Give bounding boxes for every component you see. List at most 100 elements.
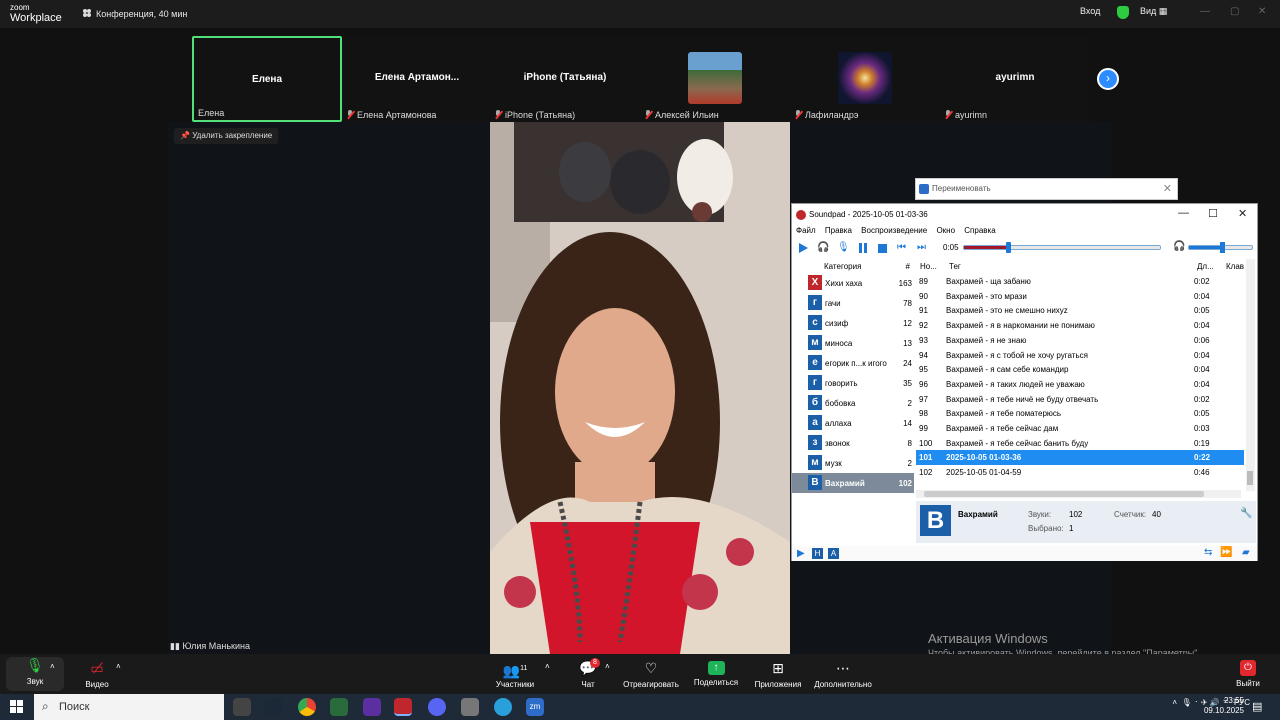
category-item[interactable]: з звонок 8 xyxy=(792,433,914,453)
sound-row[interactable]: 95 Вахрамей - я сам себе командир 0:04 xyxy=(916,362,1244,377)
enter-button[interactable]: Вход xyxy=(1080,6,1100,16)
minimize-icon[interactable]: — xyxy=(1200,6,1210,17)
sound-row[interactable]: 101 2025-10-05 01-03-36 0:22 xyxy=(916,450,1244,466)
taskbar-clock[interactable]: 23:55 09.10.2025 xyxy=(1200,696,1244,716)
category-item[interactable]: б бобовка 2 xyxy=(792,393,914,413)
pause-icon[interactable] xyxy=(858,243,868,253)
discord-app-icon[interactable] xyxy=(428,698,446,716)
participant-tile[interactable]: iPhone (Татьяна) iPhone (Татьяна) xyxy=(490,36,640,122)
sound-row[interactable]: 102 2025-10-05 01-04-59 0:46 xyxy=(916,465,1244,480)
close-icon[interactable]: ✕ xyxy=(1238,207,1247,220)
menu-edit[interactable]: Правка xyxy=(825,226,852,235)
volume-slider[interactable] xyxy=(1188,242,1253,253)
repeat-icon[interactable]: ⇆ xyxy=(1204,548,1212,558)
auto-toggle-icon[interactable]: A xyxy=(828,548,839,559)
sound-row[interactable]: 98 Вахрамей - я тебе поматерюсь 0:05 xyxy=(916,406,1244,421)
sound-row[interactable]: 94 Вахрамей - я с тобой не хочу ругаться 0… xyxy=(916,348,1244,363)
sound-row[interactable]: 99 Вахрамей - я тебе сейчас дам 0:03 xyxy=(916,421,1244,436)
play-icon[interactable]: ▶ xyxy=(797,549,805,559)
view-button[interactable]: Вид ▦ xyxy=(1140,6,1167,17)
share-button[interactable]: ↑ Поделиться xyxy=(692,660,740,687)
volume-handle[interactable] xyxy=(1219,242,1225,253)
category-item[interactable]: е егорик п...к игого 24 xyxy=(792,353,914,373)
participant-tile[interactable]: Елена Артамон... Елена Артамонова xyxy=(342,36,492,122)
telegram-app-icon[interactable] xyxy=(494,698,512,716)
leave-button[interactable]: ⏻ Выйти xyxy=(1234,660,1262,688)
chat-options-chevron-icon[interactable]: ˄ xyxy=(605,662,610,671)
meeting-title[interactable]: Конференция, 40 мин xyxy=(82,8,187,19)
category-item[interactable]: В Вахрамий 102 xyxy=(792,473,914,493)
participants-button[interactable]: 👥11 Участники xyxy=(492,660,538,689)
sound-row[interactable]: 100 Вахрамей - я тебе сейчас банить буду 0… xyxy=(916,436,1244,451)
unpin-button[interactable]: 📌 Удалить закрепление xyxy=(174,128,279,144)
maximize-icon[interactable]: ☐ xyxy=(1208,207,1218,220)
scroll-thumb[interactable] xyxy=(1247,471,1253,485)
next-icon[interactable]: ⏭ xyxy=(917,243,927,253)
sound-row[interactable]: 90 Вахрамей - это мрази 0:04 xyxy=(916,289,1244,304)
participant-tile[interactable]: Елена Елена xyxy=(192,36,342,122)
steam-app-icon[interactable] xyxy=(264,698,282,716)
menu-window[interactable]: Окно xyxy=(936,226,955,235)
category-item[interactable]: м миноса 13 xyxy=(792,333,914,353)
maximize-icon[interactable]: ▢ xyxy=(1230,6,1239,17)
chrome-app-icon[interactable] xyxy=(298,698,316,716)
notifications-icon[interactable]: ▤ xyxy=(1252,700,1262,713)
soundpad-window[interactable]: Soundpad - 2025-10-05 01-03-36 — ☐ ✕ Фай… xyxy=(791,203,1258,561)
chat-icon[interactable]: ▰ xyxy=(1242,548,1250,558)
category-item[interactable]: г гачи 78 xyxy=(792,293,914,313)
category-item[interactable]: с сизиф 12 xyxy=(792,313,914,333)
headphones-icon[interactable]: 🎧 xyxy=(1173,242,1185,252)
previous-icon[interactable]: ⏮ xyxy=(897,243,907,253)
play-icon[interactable] xyxy=(799,243,808,253)
sound-row[interactable]: 91 Вахрамей - это не смешно нихуz 0:05 xyxy=(916,303,1244,318)
seek-handle[interactable] xyxy=(1005,242,1011,253)
app-icon[interactable] xyxy=(363,698,381,716)
obs-app-icon[interactable] xyxy=(233,698,251,716)
sound-row[interactable]: 97 Вахрамей - я тебе ничё не буду отвечат… xyxy=(916,392,1244,407)
spreadsheet-app-icon[interactable] xyxy=(330,698,348,716)
category-item[interactable]: г говорить 35 xyxy=(792,373,914,393)
windows-start-icon[interactable] xyxy=(10,700,24,714)
horizontal-scrollbar[interactable] xyxy=(916,490,1241,498)
sound-row[interactable]: 92 Вахрамей - я в наркомании не понимаю 0:… xyxy=(916,318,1244,333)
zoom-app-icon[interactable]: zm xyxy=(526,698,544,716)
soundpad-app-icon[interactable] xyxy=(394,698,412,716)
headphones-icon[interactable]: 🎧 xyxy=(817,243,829,253)
stop-icon[interactable] xyxy=(878,244,887,253)
menu-file[interactable]: Файл xyxy=(796,226,816,235)
settings-wrench-icon[interactable]: 🔧 xyxy=(1240,509,1252,519)
react-button[interactable]: ♡ Отреагировать xyxy=(622,660,680,689)
more-button[interactable]: ⋯ Дополнительно xyxy=(812,660,874,689)
next-page-button[interactable]: › xyxy=(1097,68,1119,90)
category-item[interactable]: Х Хихи хаха 163 xyxy=(792,273,914,293)
scroll-thumb[interactable] xyxy=(924,491,1204,497)
seek-slider[interactable] xyxy=(963,242,1161,253)
participant-tile[interactable]: Алексей Ильин xyxy=(640,36,790,122)
category-item[interactable]: м музк 2 xyxy=(792,453,914,473)
participants-options-chevron-icon[interactable]: ˄ xyxy=(545,662,550,671)
participant-tile[interactable]: Лафиландрэ xyxy=(790,36,940,122)
menu-playback[interactable]: Воспроизведение xyxy=(861,226,927,235)
apps-button[interactable]: ⊞ Приложения xyxy=(752,660,804,689)
sound-row[interactable]: 89 Вахрамей - ща забаню 0:02 xyxy=(916,274,1244,289)
category-item[interactable]: а аллаха 14 xyxy=(792,413,914,433)
rename-dialog[interactable]: Переименовать ✕ xyxy=(915,178,1178,200)
vertical-scrollbar[interactable] xyxy=(1246,259,1255,491)
hotkey-toggle-icon[interactable]: H xyxy=(812,548,823,559)
sound-row[interactable]: 93 Вахрамей - я не знаю 0:06 xyxy=(916,333,1244,348)
sound-row[interactable]: 96 Вахрамей - я таких людей не уважаю 0:04 xyxy=(916,377,1244,392)
forward-icon[interactable]: ⏩ xyxy=(1220,548,1232,558)
participant-tile[interactable]: ayurimn ayurimn xyxy=(940,36,1090,122)
microphone-icon[interactable]: 🎙 xyxy=(837,243,850,253)
video-button[interactable]: ▭̸ Видео xyxy=(80,660,114,689)
video-options-chevron-icon[interactable]: ˄ xyxy=(116,662,121,671)
chat-button[interactable]: 💬 8 Чат xyxy=(574,658,602,689)
security-shield-icon[interactable] xyxy=(1117,6,1129,19)
minimize-icon[interactable]: — xyxy=(1178,207,1189,219)
close-icon[interactable]: ✕ xyxy=(1163,182,1172,195)
menu-help[interactable]: Справка xyxy=(964,226,995,235)
audio-button[interactable]: 🎙 Звук xyxy=(6,657,64,691)
taskbar-search[interactable]: ⌕ Поиск xyxy=(34,694,224,720)
close-icon[interactable]: ✕ xyxy=(1258,6,1266,17)
explorer-app-icon[interactable] xyxy=(461,698,479,716)
